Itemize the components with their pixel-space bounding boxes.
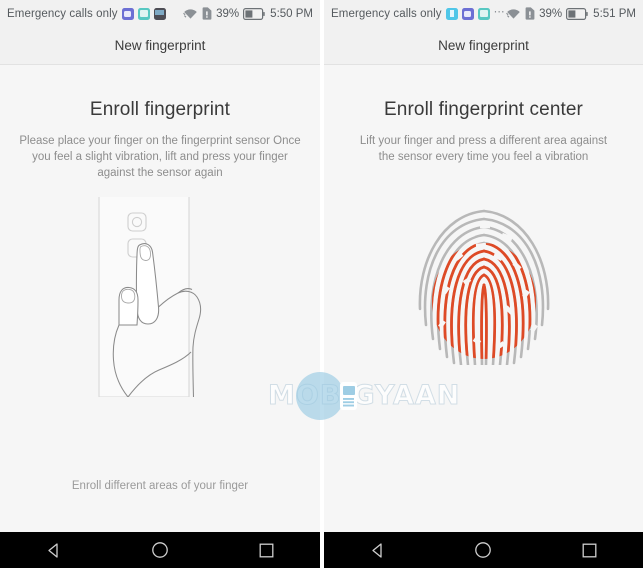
status-bar-right: 39% 5:51 PM xyxy=(506,7,636,20)
recents-button[interactable] xyxy=(560,532,620,568)
caption-text: Enroll different areas of your finger xyxy=(71,480,249,492)
status-bar-right: 39% 5:50 PM xyxy=(183,7,313,20)
heading: Enroll fingerprint center xyxy=(384,99,583,120)
phone-back-hand-illustration xyxy=(0,197,320,397)
title-bar: New fingerprint xyxy=(324,27,643,65)
battery-icon xyxy=(566,7,588,20)
notification-icon-dark xyxy=(153,7,166,20)
status-bar-left: Emergency calls only ⋯ xyxy=(331,5,506,20)
recents-button[interactable] xyxy=(237,532,297,568)
carrier-label: Emergency calls only xyxy=(331,7,442,20)
clock-label: 5:50 PM xyxy=(270,7,313,20)
notification-icon-teal xyxy=(137,7,150,20)
home-button[interactable] xyxy=(453,532,513,568)
navigation-bar xyxy=(0,532,320,568)
screen-content: Enroll fingerprint Please place your fin… xyxy=(0,65,320,532)
navigation-bar xyxy=(324,532,643,568)
instruction-text: Please place your finger on the fingerpr… xyxy=(19,135,301,179)
battery-percent-label: 39% xyxy=(539,7,563,20)
screen-right-enroll-fingerprint-center: Emergency calls only ⋯ 39% 5:51 PM New f… xyxy=(324,0,643,568)
back-button[interactable] xyxy=(347,532,407,568)
battery-percent-label: 39% xyxy=(216,7,240,20)
status-bar: Emergency calls only ⋯ 39% 5:51 PM xyxy=(324,0,643,27)
overflow-dots-icon: ⋯ xyxy=(493,5,506,18)
notification-icon-cyan xyxy=(445,7,458,20)
notification-icon-purple xyxy=(121,7,134,20)
sim-card-alert-icon xyxy=(202,7,212,20)
notification-icon-purple xyxy=(461,7,474,20)
page-title: New fingerprint xyxy=(114,38,206,53)
fingerprint-ridges-illustration[interactable] xyxy=(324,197,643,377)
heading: Enroll fingerprint xyxy=(89,99,231,120)
notification-icon-teal xyxy=(477,7,490,20)
battery-icon xyxy=(243,7,265,20)
home-button[interactable] xyxy=(130,532,190,568)
sim-card-alert-icon xyxy=(525,7,535,20)
page-title: New fingerprint xyxy=(438,38,529,53)
wifi-icon xyxy=(183,8,198,20)
wifi-icon xyxy=(506,8,521,20)
carrier-label: Emergency calls only xyxy=(7,7,118,20)
instruction-text: Lift your finger and press a different a… xyxy=(359,135,608,163)
status-bar: Emergency calls only 39% 5:50 PM xyxy=(0,0,320,27)
screen-content: Enroll fingerprint center Lift your fing… xyxy=(324,65,643,532)
clock-label: 5:51 PM xyxy=(593,7,636,20)
back-button[interactable] xyxy=(23,532,83,568)
dual-screenshot-container: Emergency calls only 39% 5:50 PM New fin… xyxy=(0,0,643,568)
title-bar: New fingerprint xyxy=(0,27,320,65)
screen-left-enroll-fingerprint: Emergency calls only 39% 5:50 PM New fin… xyxy=(0,0,320,568)
status-bar-left: Emergency calls only xyxy=(7,7,183,20)
